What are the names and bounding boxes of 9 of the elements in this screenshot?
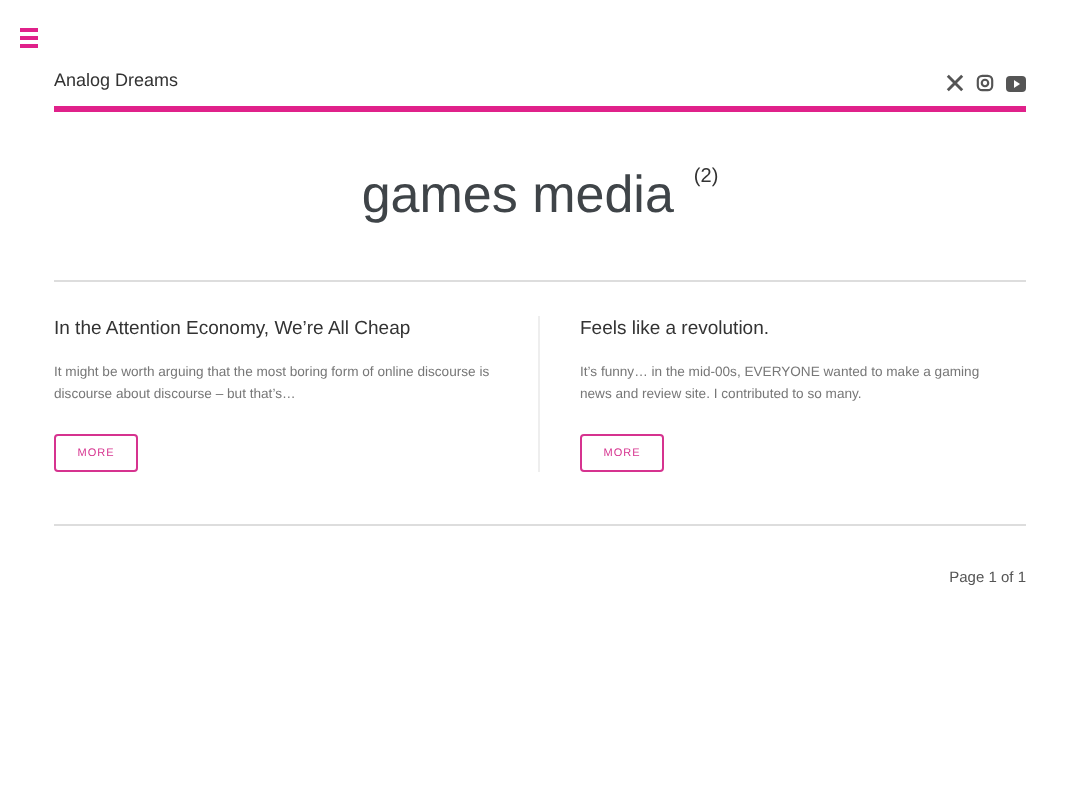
post-count: (2) (693, 166, 719, 188)
post-title[interactable]: In the Attention Economy, We’re All Cheap (54, 318, 498, 340)
play-icon[interactable] (1006, 75, 1026, 91)
archive-title: games media (361, 164, 674, 224)
site-title[interactable]: Analog Dreams (54, 70, 179, 90)
menu-icon[interactable] (20, 28, 38, 48)
camera-icon[interactable] (976, 74, 994, 92)
x-logo-icon[interactable] (946, 74, 964, 92)
post-title[interactable]: Feels like a revolution. (580, 318, 986, 340)
